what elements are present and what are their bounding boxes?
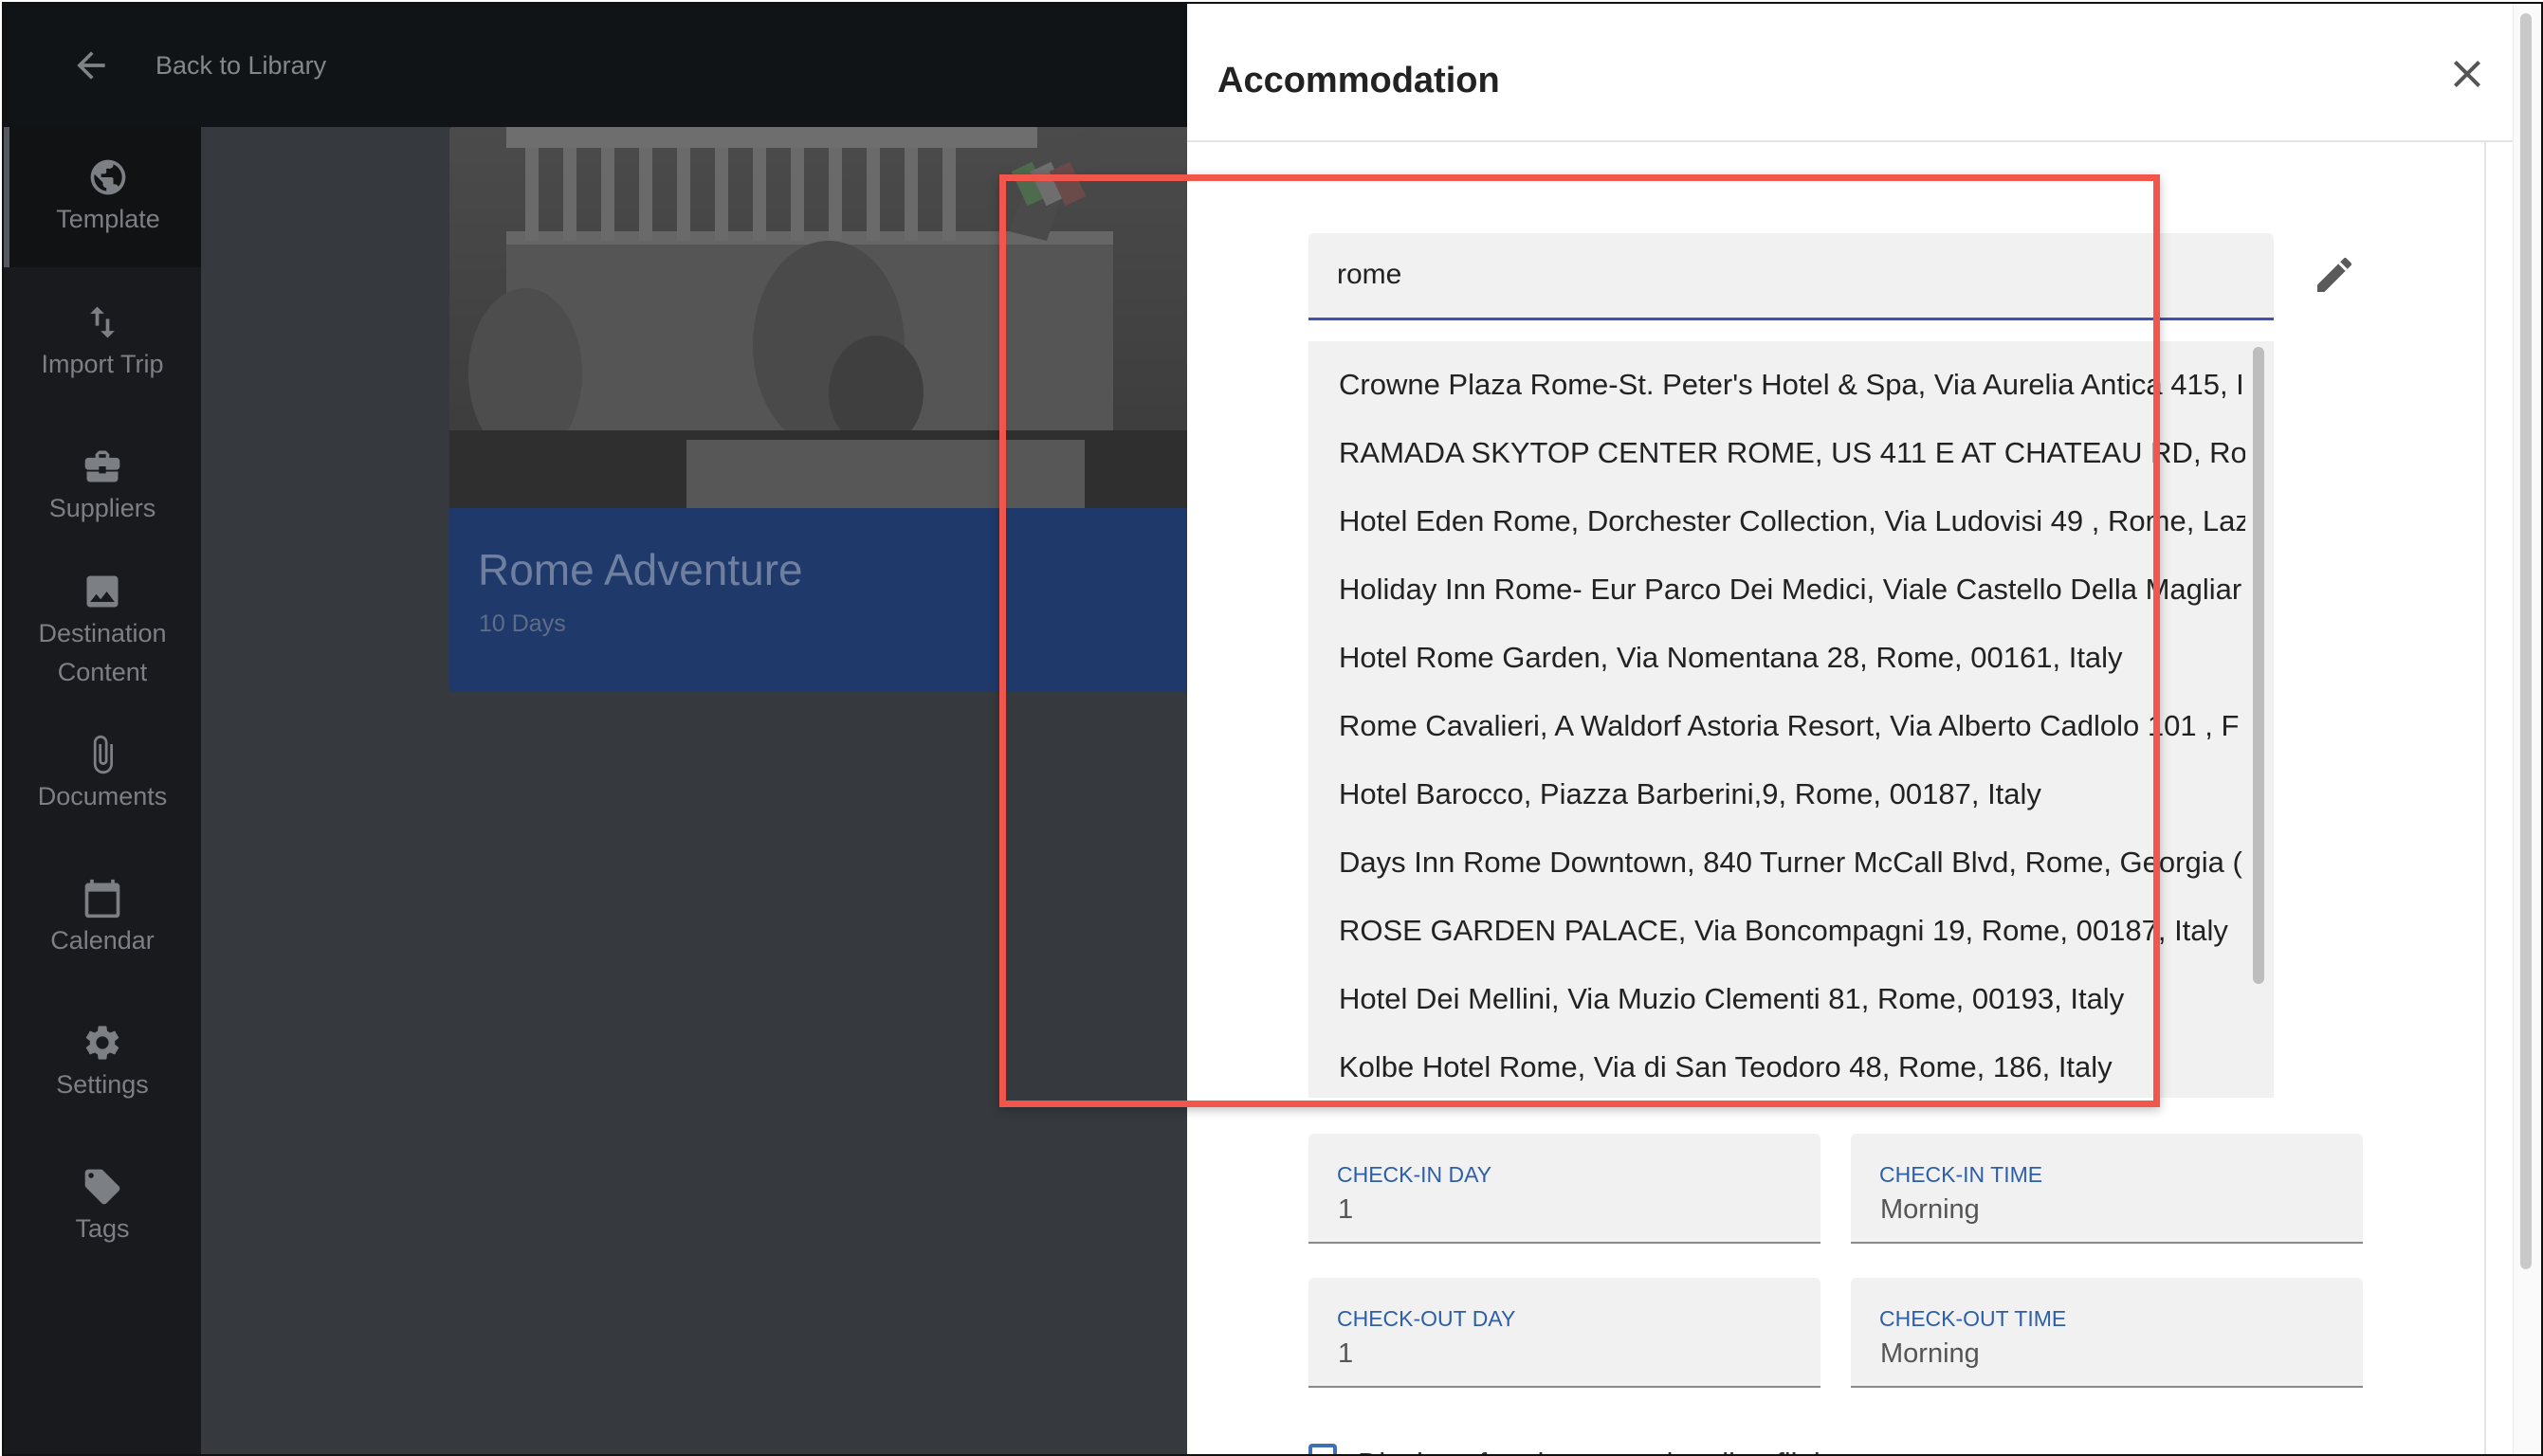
sidebar-item-calendar[interactable]: Calendar [4, 878, 201, 960]
search-result-item[interactable]: ROSE GARDEN PALACE, Via Boncompagni 19, … [1308, 897, 2245, 965]
back-to-library-button[interactable]: Back to Library [4, 4, 326, 127]
calendar-icon [84, 879, 120, 919]
back-arrow-icon [77, 51, 105, 80]
sidebar: Template Import Trip Suppliers Destinati… [4, 127, 207, 1454]
trip-card[interactable]: Rome Adventure 10 Days [449, 127, 1208, 692]
search-result-item[interactable]: Days Inn Rome Downtown, 840 Turner McCal… [1308, 828, 2245, 897]
checkin-day-value: 1 [1338, 1194, 1354, 1225]
close-icon[interactable] [2444, 51, 2490, 97]
checkin-time-label: CHECK-IN TIME [1879, 1162, 2043, 1187]
gear-icon [85, 1026, 119, 1060]
checkout-day-field[interactable]: CHECK-OUT DAY 1 [1308, 1278, 1820, 1388]
drawer-header: Accommodation [1187, 4, 2541, 142]
search-result-item[interactable]: Crowne Plaza Rome-St. Peter's Hotel & Sp… [1308, 351, 2245, 419]
checkin-time-value: Morning [1880, 1194, 1980, 1225]
sidebar-item-tags[interactable]: Tags [4, 1166, 201, 1248]
checkin-time-field[interactable]: CHECK-IN TIME Morning [1851, 1134, 2363, 1244]
globe-icon [90, 159, 126, 195]
monument-photo [449, 127, 1208, 508]
accommodation-search-input[interactable] [1337, 254, 2228, 296]
dropdown-scrollbar-thumb[interactable] [2253, 347, 2264, 984]
top-bar: Back to Library [4, 4, 1187, 127]
sidebar-item-import-trip[interactable]: Import Trip [4, 301, 201, 384]
briefcase-icon [84, 450, 120, 482]
cross-date-line-option: Display after the cross date line flight [1308, 1435, 1839, 1454]
main-content: Rome Adventure 10 Days [201, 127, 1208, 1454]
sidebar-item-label: Destination Content [38, 619, 167, 686]
checkin-day-label: CHECK-IN DAY [1337, 1162, 1492, 1187]
search-result-item[interactable]: Hotel Eden Rome, Dorchester Collection, … [1308, 487, 2245, 555]
accommodation-search-field[interactable] [1308, 233, 2274, 320]
sidebar-item-destination-content[interactable]: Destination Content [4, 571, 201, 691]
sidebar-item-label: Tags [75, 1214, 130, 1243]
image-icon [86, 575, 119, 608]
trip-title: Rome Adventure [478, 545, 803, 594]
checkout-day-value: 1 [1338, 1338, 1354, 1369]
trip-cover-image [449, 127, 1208, 508]
sidebar-item-label: Calendar [50, 926, 155, 955]
checkout-time-value: Morning [1880, 1338, 1980, 1369]
search-result-item[interactable]: Kolbe Hotel Rome, Via di San Teodoro 48,… [1308, 1033, 2245, 1098]
checkout-day-label: CHECK-OUT DAY [1337, 1306, 1516, 1331]
tag-icon [84, 1169, 120, 1205]
sidebar-item-label: Settings [56, 1070, 149, 1099]
checkout-time-label: CHECK-OUT TIME [1879, 1306, 2067, 1331]
sidebar-item-label: Template [56, 204, 160, 233]
search-results-dropdown: Crowne Plaza Rome-St. Peter's Hotel & Sp… [1308, 341, 2274, 1098]
search-result-item[interactable]: RAMADA SKYTOP CENTER ROME, US 411 E AT C… [1308, 419, 2245, 487]
search-result-item[interactable]: Hotel Rome Garden, Via Nomentana 28, Rom… [1308, 624, 2245, 692]
sidebar-item-suppliers[interactable]: Suppliers [4, 446, 201, 528]
sidebar-item-settings[interactable]: Settings [4, 1022, 201, 1104]
back-to-library-label: Back to Library [156, 50, 327, 80]
sidebar-item-template[interactable]: Template [4, 127, 207, 267]
paperclip-icon [93, 735, 113, 774]
drawer-title: Accommodation [1217, 61, 1500, 100]
pencil-icon[interactable] [2312, 252, 2357, 298]
import-arrows-icon [90, 306, 115, 338]
checkin-day-field[interactable]: CHECK-IN DAY 1 [1308, 1134, 1820, 1244]
cross-date-line-label: Display after the cross date line flight [1358, 1447, 1839, 1454]
trip-duration: 10 Days [479, 610, 566, 637]
sidebar-item-label: Suppliers [48, 494, 156, 522]
sidebar-item-label: Import Trip [41, 350, 164, 378]
search-result-item[interactable]: Hotel Barocco, Piazza Barberini,9, Rome,… [1308, 760, 2245, 828]
search-result-item[interactable]: Holiday Inn Rome- Eur Parco Dei Medici, … [1308, 555, 2245, 624]
sidebar-item-documents[interactable]: Documents [4, 734, 201, 816]
search-result-item[interactable]: Rome Cavalieri, A Waldorf Astoria Resort… [1308, 692, 2245, 760]
app-window: Back to Library Template Import Trip Sup… [2, 2, 2543, 1456]
sidebar-item-label: Documents [37, 782, 168, 810]
checkout-time-field[interactable]: CHECK-OUT TIME Morning [1851, 1278, 2363, 1388]
drawer-scrollbar-thumb[interactable] [2520, 13, 2532, 1269]
search-result-item[interactable]: Hotel Dei Mellini, Via Muzio Clementi 81… [1308, 965, 2245, 1033]
cross-date-line-checkbox[interactable] [1308, 1444, 1337, 1454]
